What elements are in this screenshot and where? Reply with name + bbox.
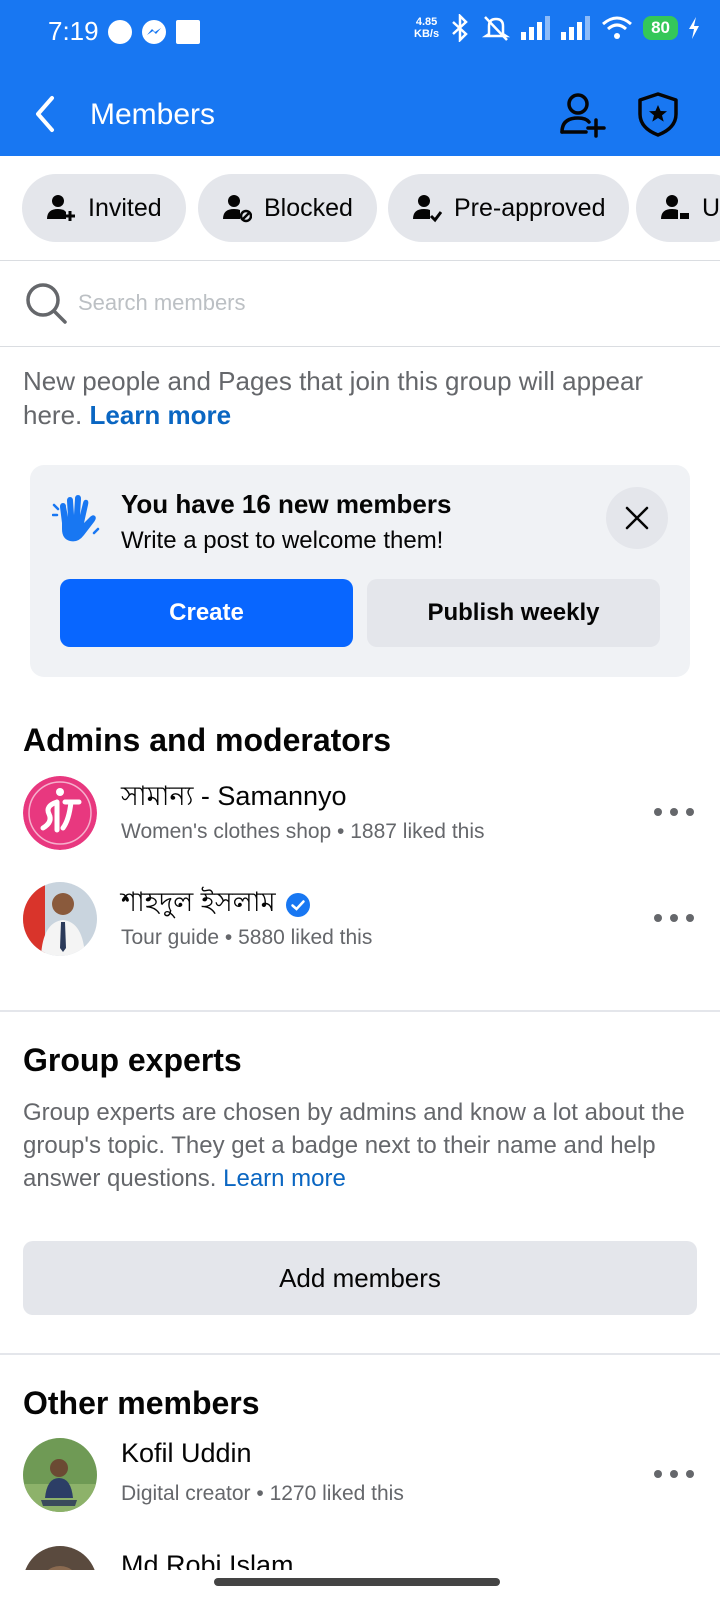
divider [0, 260, 720, 261]
profile-photo [23, 1546, 97, 1570]
bluetooth-icon [452, 14, 468, 42]
mute-bell-icon [481, 16, 511, 41]
chip-pre-approved[interactable]: Pre-approved [388, 174, 630, 242]
battery-level: 80 [643, 16, 678, 40]
status-bar: 7:19 4.85 KB/s 80 [0, 0, 720, 66]
add-members-button[interactable]: Add members [23, 1241, 697, 1315]
member-row[interactable]: সামান্য - Samannyo Women's clothes shop … [0, 776, 720, 866]
search-bar[interactable] [24, 278, 704, 328]
info-text: New people and Pages that join this grou… [23, 364, 683, 432]
shop-logo-icon [23, 776, 97, 850]
other-members-heading: Other members [23, 1385, 260, 1421]
approved-person-icon [413, 195, 442, 223]
avatar[interactable] [23, 882, 97, 956]
experts-learn-more-link[interactable]: Learn more [223, 1165, 346, 1192]
status-time: 7:19 [48, 16, 99, 46]
more-options-icon[interactable] [652, 802, 696, 822]
chip-label: Blocked [264, 193, 353, 222]
chip-more[interactable]: U [636, 174, 720, 242]
member-name[interactable]: শাহদুল ইসলাম [121, 882, 310, 927]
member-name-text: শাহদুল ইসলাম [121, 887, 276, 917]
status-icons: 4.85 KB/s 80 [414, 14, 700, 42]
verified-badge-icon [285, 892, 310, 917]
page-title: Members [90, 98, 216, 131]
member-name-text: সামান্য - Samannyo [121, 781, 347, 811]
learn-more-link[interactable]: Learn more [90, 400, 232, 430]
signal-1-icon [521, 16, 551, 40]
close-icon [625, 506, 649, 530]
charging-icon [689, 17, 699, 39]
wifi-icon [602, 16, 633, 39]
member-row[interactable]: শাহদুল ইসলাম Tour guide • 5880 liked thi… [0, 882, 720, 972]
chip-invited[interactable]: Invited [22, 174, 186, 242]
messenger-icon [142, 20, 166, 44]
experts-text: Group experts are chosen by admins and k… [23, 1099, 685, 1192]
square-notification-icon [176, 20, 200, 44]
avatar[interactable] [23, 1438, 97, 1512]
experts-description: Group experts are chosen by admins and k… [23, 1096, 693, 1195]
admins-heading: Admins and moderators [23, 722, 392, 758]
more-options-icon[interactable] [652, 1464, 696, 1484]
member-meta: Women's clothes shop • 1887 liked this [121, 820, 485, 843]
signal-2-icon [561, 16, 591, 40]
member-row[interactable]: Kofil Uddin Digital creator • 1270 liked… [0, 1438, 720, 1528]
chip-label: Invited [88, 193, 162, 222]
home-indicator[interactable] [214, 1578, 500, 1586]
member-meta: Digital creator • 1270 liked this [121, 1482, 404, 1505]
card-title: You have 16 new members [121, 489, 452, 519]
net-speed: 4.85 KB/s [414, 16, 439, 40]
search-icon [26, 283, 67, 324]
add-person-icon[interactable] [558, 90, 606, 138]
back-arrow-icon[interactable] [30, 92, 64, 136]
net-speed-unit: KB/s [414, 28, 440, 40]
invited-person-icon [47, 195, 75, 221]
admin-shield-icon[interactable] [634, 90, 682, 138]
filter-chips: Invited Blocked Pre-approved U [0, 174, 720, 242]
avatar[interactable] [23, 1546, 97, 1570]
person-icon [661, 195, 689, 219]
experts-heading: Group experts [23, 1042, 242, 1078]
top-bar: 7:19 4.85 KB/s 80 Members [0, 0, 720, 156]
member-name-text: Kofil Uddin [121, 1438, 252, 1468]
member-name[interactable]: সামান্য - Samannyo [121, 776, 347, 821]
member-name[interactable]: Kofil Uddin [121, 1438, 252, 1469]
partial-member-row[interactable]: Md Robi Islam [0, 1544, 720, 1570]
waving-hand-icon [52, 495, 100, 542]
net-speed-value: 4.85 [415, 16, 438, 28]
chip-blocked[interactable]: Blocked [198, 174, 377, 242]
chip-label: U [702, 193, 720, 222]
section-divider [0, 1353, 720, 1355]
create-button[interactable]: Create [60, 579, 353, 647]
app-bar: Members [0, 72, 720, 156]
member-name[interactable]: Md Robi Islam [121, 1550, 294, 1570]
profile-photo [23, 882, 97, 956]
blocked-person-icon [223, 195, 252, 223]
publish-weekly-button[interactable]: Publish weekly [367, 579, 660, 647]
dismiss-card-button[interactable] [606, 487, 668, 549]
divider [0, 346, 720, 347]
avatar[interactable] [23, 776, 97, 850]
member-meta: Tour guide • 5880 liked this [121, 926, 373, 949]
card-subtitle: Write a post to welcome them! [121, 527, 444, 554]
search-input[interactable] [78, 290, 638, 316]
chip-label: Pre-approved [454, 193, 606, 222]
profile-photo [23, 1438, 97, 1512]
more-options-icon[interactable] [652, 908, 696, 928]
new-members-card: You have 16 new members Write a post to … [30, 465, 690, 677]
section-divider [0, 1010, 720, 1012]
notification-dot-icon [108, 20, 132, 44]
